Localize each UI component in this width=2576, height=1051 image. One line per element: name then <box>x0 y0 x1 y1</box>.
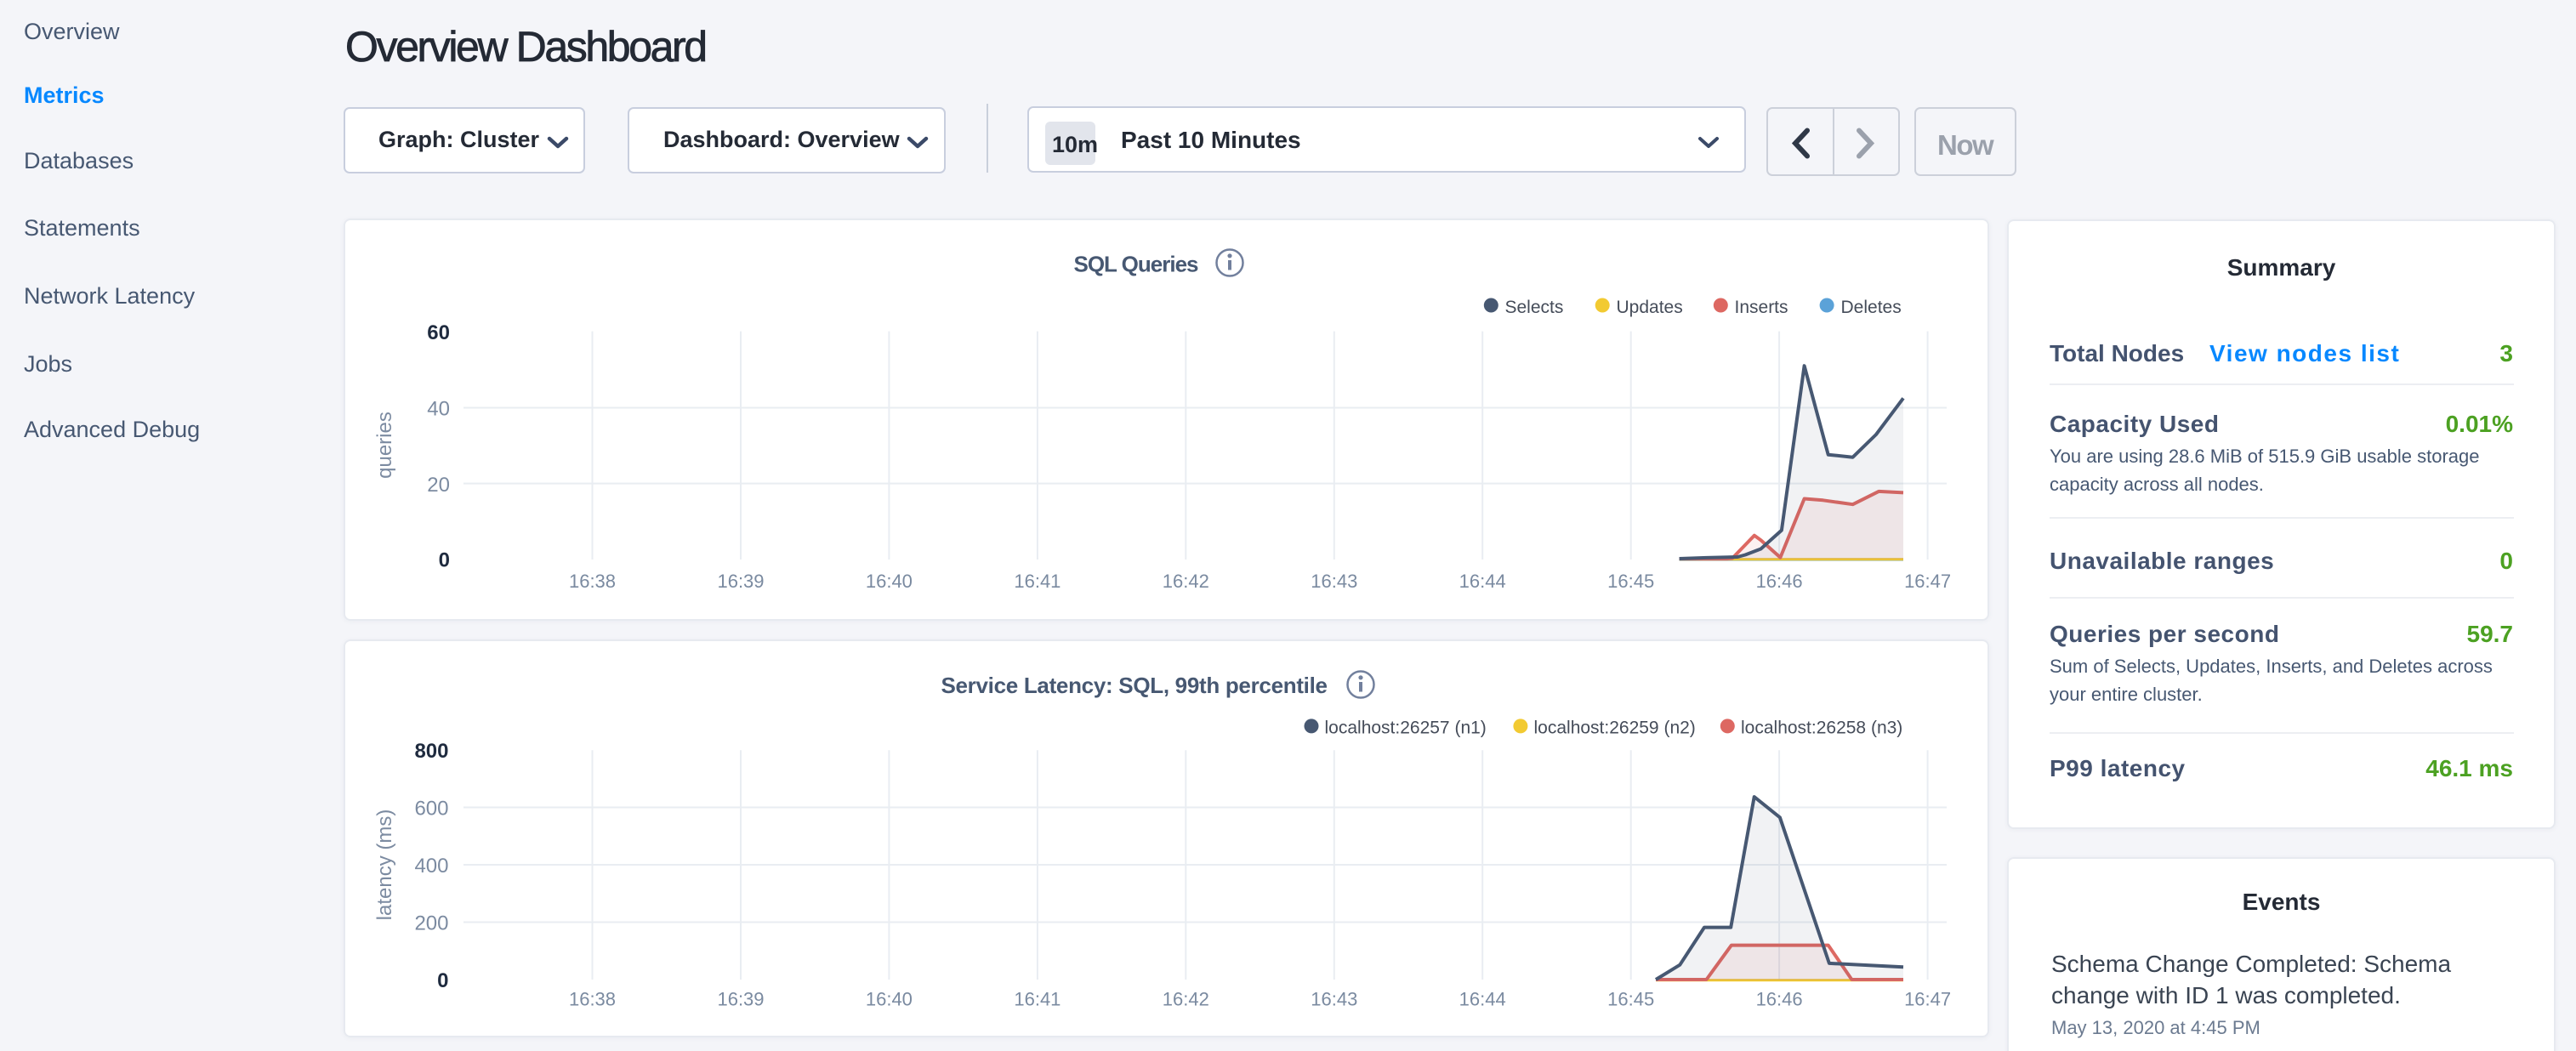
svg-text:Service Latency: SQL, 99th per: Service Latency: SQL, 99th percentile <box>941 673 1327 698</box>
svg-text:16:44: 16:44 <box>1459 989 1506 1010</box>
svg-text:16:41: 16:41 <box>1014 571 1061 592</box>
svg-text:16:42: 16:42 <box>1163 571 1209 592</box>
svg-text:16:44: 16:44 <box>1459 571 1506 592</box>
svg-text:200: 200 <box>414 912 448 935</box>
svg-text:800: 800 <box>414 740 448 763</box>
svg-text:16:47: 16:47 <box>1904 989 1951 1010</box>
svg-text:0: 0 <box>437 969 448 992</box>
svg-text:localhost:26259 (n2): localhost:26259 (n2) <box>1534 718 1696 737</box>
svg-text:60: 60 <box>427 321 450 344</box>
svg-text:16:46: 16:46 <box>1756 571 1803 592</box>
svg-text:localhost:26257 (n1): localhost:26257 (n1) <box>1325 718 1487 737</box>
svg-text:queries: queries <box>373 412 396 479</box>
svg-text:16:42: 16:42 <box>1163 989 1209 1010</box>
svg-text:localhost:26258 (n3): localhost:26258 (n3) <box>1741 718 1902 737</box>
svg-text:0: 0 <box>439 548 450 571</box>
svg-text:16:38: 16:38 <box>569 989 616 1010</box>
svg-text:latency (ms): latency (ms) <box>373 810 396 921</box>
svg-text:16:45: 16:45 <box>1607 989 1654 1010</box>
svg-text:16:39: 16:39 <box>717 571 764 592</box>
svg-text:Selects: Selects <box>1505 298 1564 317</box>
svg-text:16:38: 16:38 <box>569 571 616 592</box>
svg-text:400: 400 <box>414 855 448 878</box>
svg-text:20: 20 <box>427 474 450 497</box>
svg-text:16:46: 16:46 <box>1756 989 1803 1010</box>
svg-text:40: 40 <box>427 398 450 421</box>
svg-text:Updates: Updates <box>1617 298 1683 317</box>
svg-text:16:43: 16:43 <box>1311 571 1357 592</box>
svg-text:16:41: 16:41 <box>1014 989 1061 1010</box>
svg-text:16:45: 16:45 <box>1607 571 1654 592</box>
svg-text:Inserts: Inserts <box>1735 298 1788 317</box>
svg-text:600: 600 <box>414 798 448 821</box>
svg-text:16:43: 16:43 <box>1311 989 1357 1010</box>
svg-text:16:47: 16:47 <box>1904 571 1951 592</box>
svg-text:Deletes: Deletes <box>1841 298 1902 317</box>
svg-text:16:40: 16:40 <box>866 571 913 592</box>
svg-text:16:40: 16:40 <box>866 989 913 1010</box>
svg-text:16:39: 16:39 <box>717 989 764 1010</box>
svg-text:SQL Queries: SQL Queries <box>1073 251 1198 276</box>
